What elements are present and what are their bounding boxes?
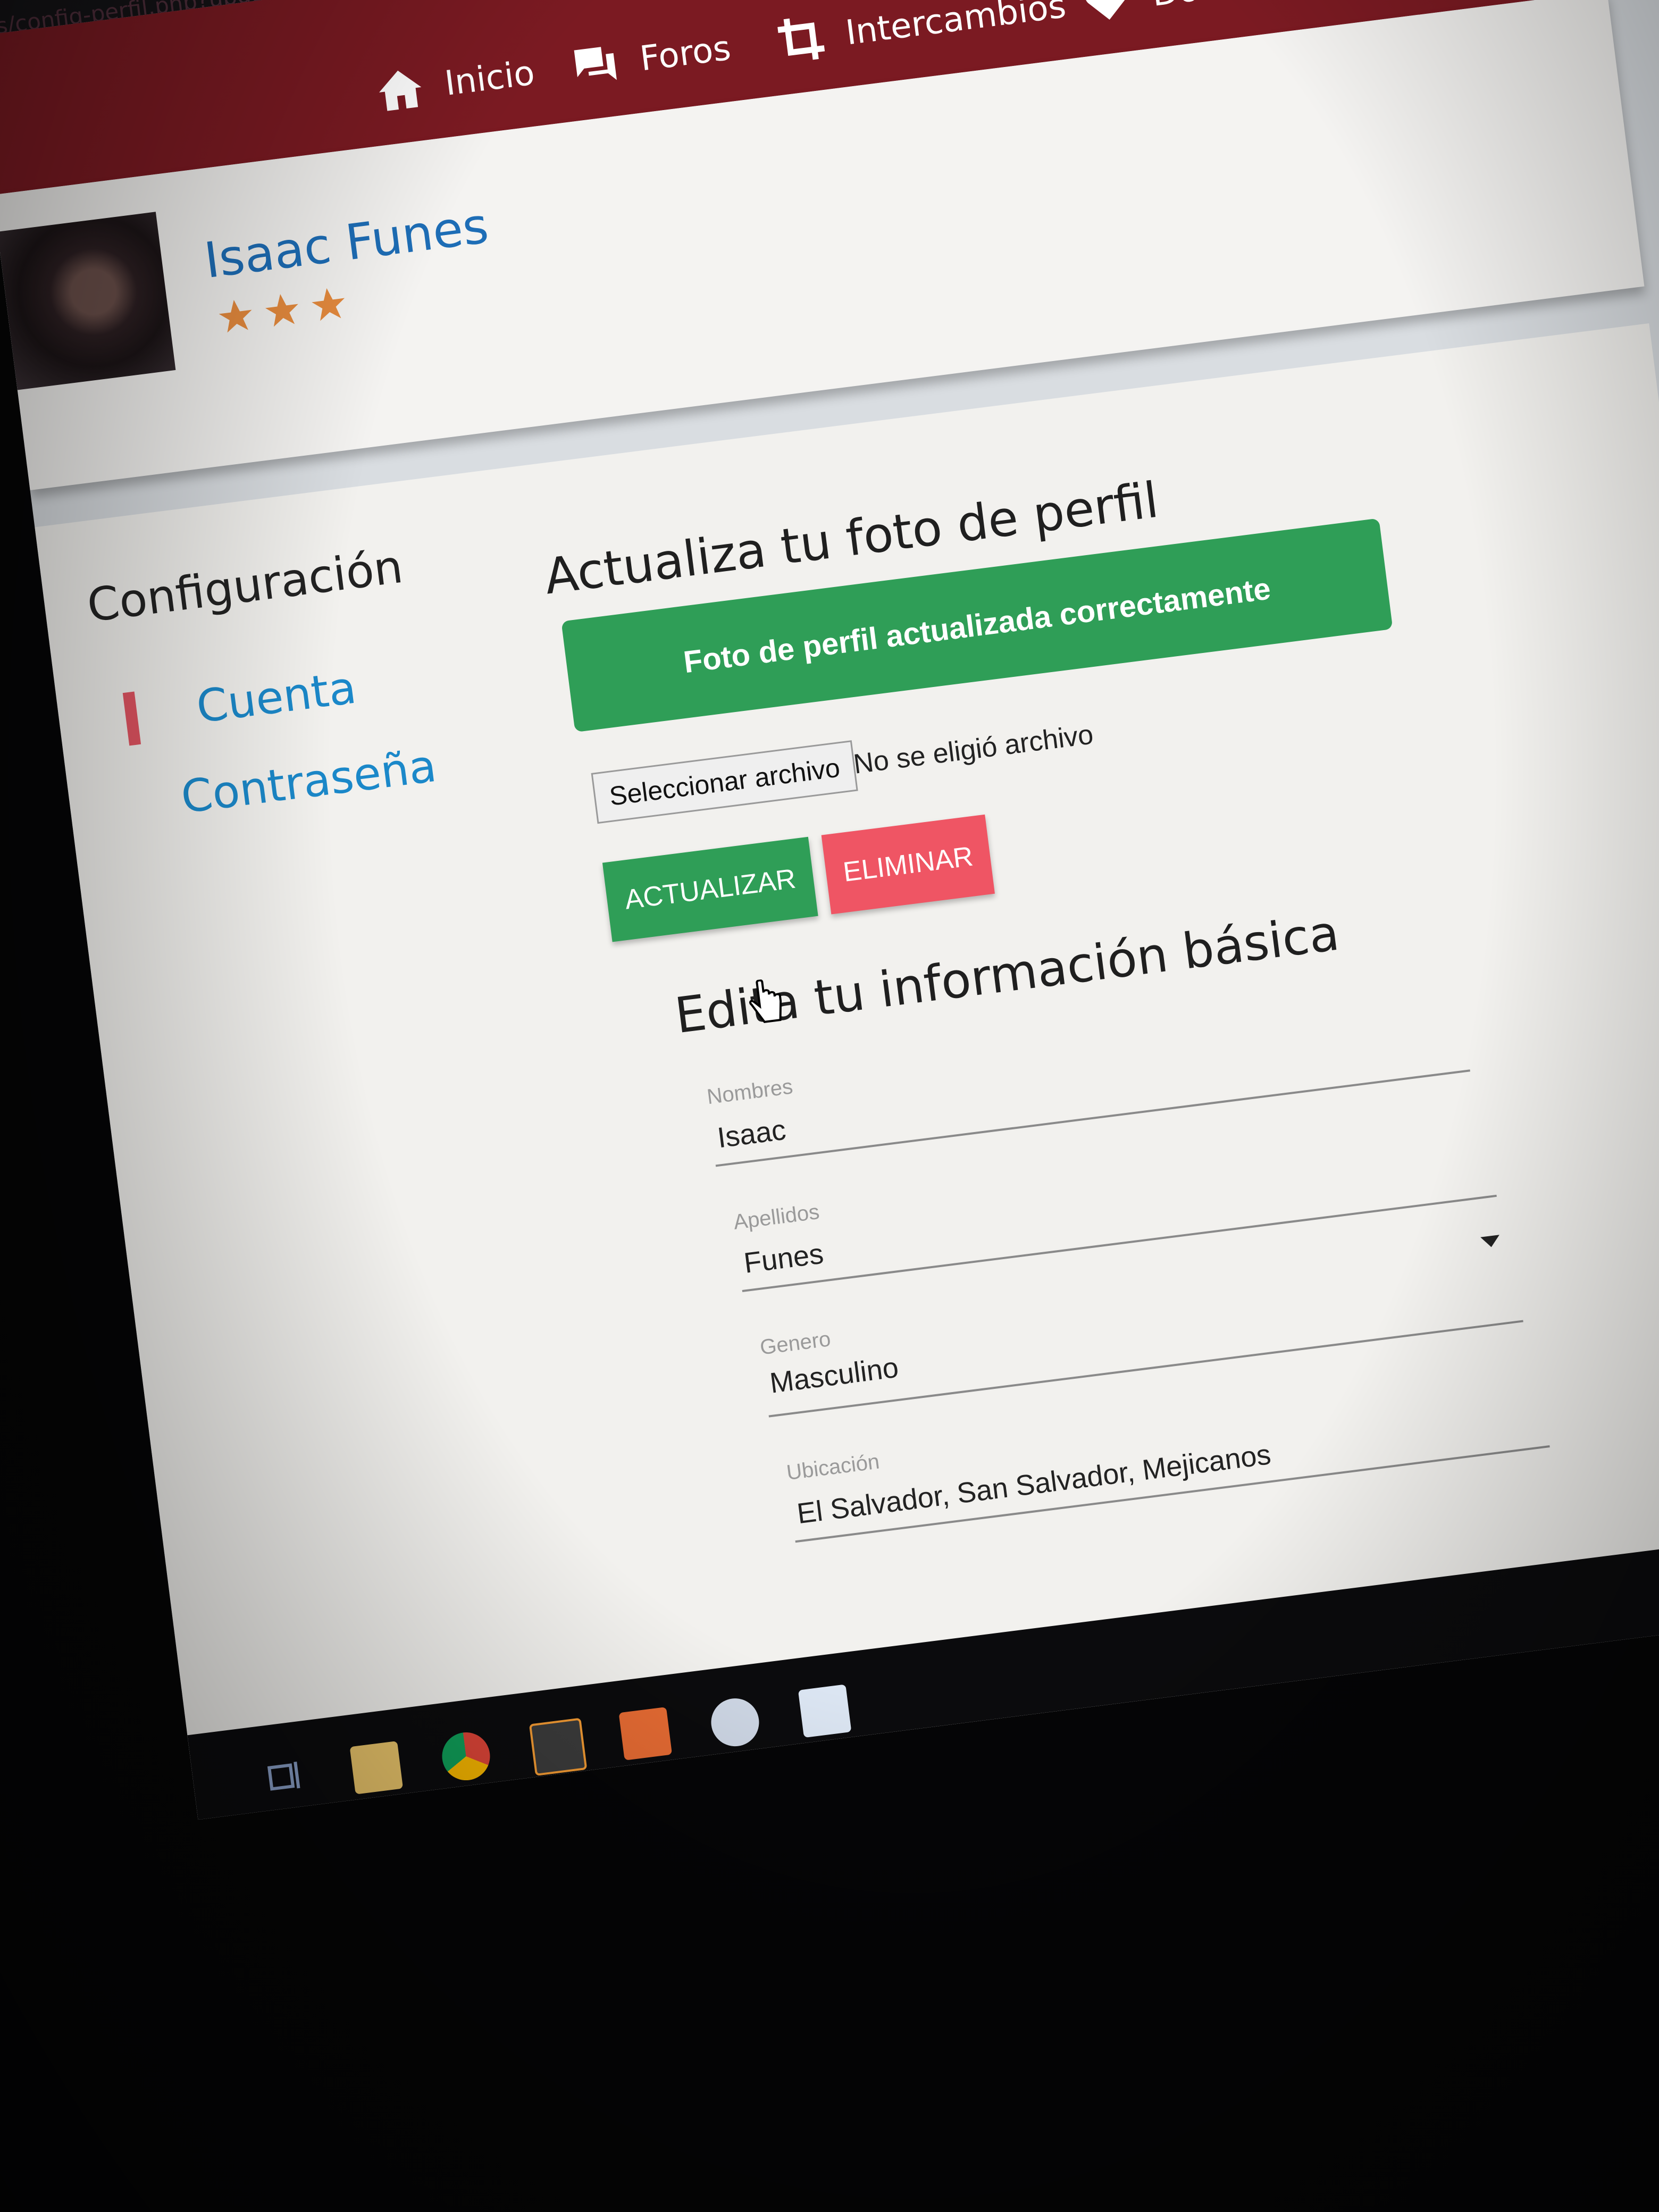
taskbar-active-indicator: [610, 1763, 690, 1777]
star-icon: [265, 294, 298, 327]
file-status-text: No se eligió archivo: [851, 719, 1095, 780]
taskbar-active-indicator: [789, 1740, 869, 1754]
field-nombres[interactable]: Isaac: [716, 1113, 788, 1155]
nav-label-donaciones: Donaciones: [1150, 0, 1352, 14]
xampp-icon[interactable]: [618, 1707, 673, 1761]
field-label-genero: Genero: [758, 1327, 832, 1360]
nav-label-foros: Foros: [638, 28, 733, 79]
delete-button[interactable]: ELIMINAR: [821, 814, 995, 915]
field-label-nombres: Nombres: [705, 1075, 794, 1109]
choose-file-button[interactable]: Seleccionar archivo: [591, 740, 859, 824]
rating-stars: [215, 284, 350, 337]
nav-item-inicio[interactable]: Inicio: [373, 41, 539, 124]
field-apellidos[interactable]: Funes: [742, 1237, 826, 1280]
forum-icon: [574, 47, 617, 80]
heart-icon: [1085, 0, 1128, 20]
taskbar-active-indicator: [700, 1752, 780, 1765]
task-view-icon[interactable]: [266, 1758, 307, 1795]
crop-exchange-icon: [777, 18, 825, 60]
chevron-down-icon[interactable]: [1480, 1235, 1501, 1249]
select-genero[interactable]: Masculino: [768, 1351, 900, 1400]
home-icon: [379, 70, 422, 111]
sidebar-item-contrasena[interactable]: Contraseña: [178, 740, 439, 824]
avatar[interactable]: [0, 212, 176, 390]
active-indicator: [122, 691, 141, 746]
sidebar-item-cuenta[interactable]: Cuenta: [194, 661, 359, 733]
chrome-icon[interactable]: [439, 1729, 493, 1783]
star-icon: [312, 288, 345, 321]
nav-item-foros[interactable]: Foros: [568, 16, 735, 100]
desktop-app-icon[interactable]: [798, 1684, 852, 1738]
nav-item-intercambios[interactable]: Intercambios: [774, 0, 1070, 74]
paint-icon[interactable]: [708, 1695, 762, 1749]
nav-label-intercambios: Intercambios: [843, 0, 1068, 53]
field-label-apellidos: Apellidos: [732, 1200, 821, 1234]
tab-indicator: ▮ ▯: [35, 0, 68, 1]
update-button[interactable]: ACTUALIZAR: [602, 836, 818, 942]
taskbar-active-indicator: [431, 1786, 510, 1799]
taskbar-active-indicator: [520, 1774, 600, 1788]
star-icon: [219, 300, 252, 333]
nav-label-inicio: Inicio: [442, 53, 537, 104]
field-underline: [715, 1069, 1470, 1167]
field-label-ubicacion: Ubicación: [785, 1449, 881, 1485]
close-tab-icon[interactable]: ×: [0, 0, 2, 8]
file-explorer-icon[interactable]: [349, 1741, 404, 1795]
profile-name[interactable]: Isaac Funes: [201, 197, 491, 289]
monitor-screen: × ▮ ▯ os/config-perfil.php?updated=true …: [0, 0, 1659, 1820]
field-underline: [742, 1194, 1497, 1293]
taskbar-active-indicator: [341, 1797, 421, 1811]
sublime-text-icon[interactable]: [529, 1717, 588, 1776]
hand-cursor-icon: [749, 979, 782, 1023]
photo-frame: × ▮ ▯ os/config-perfil.php?updated=true …: [0, 0, 1659, 2212]
settings-title: Configuración: [84, 540, 406, 633]
